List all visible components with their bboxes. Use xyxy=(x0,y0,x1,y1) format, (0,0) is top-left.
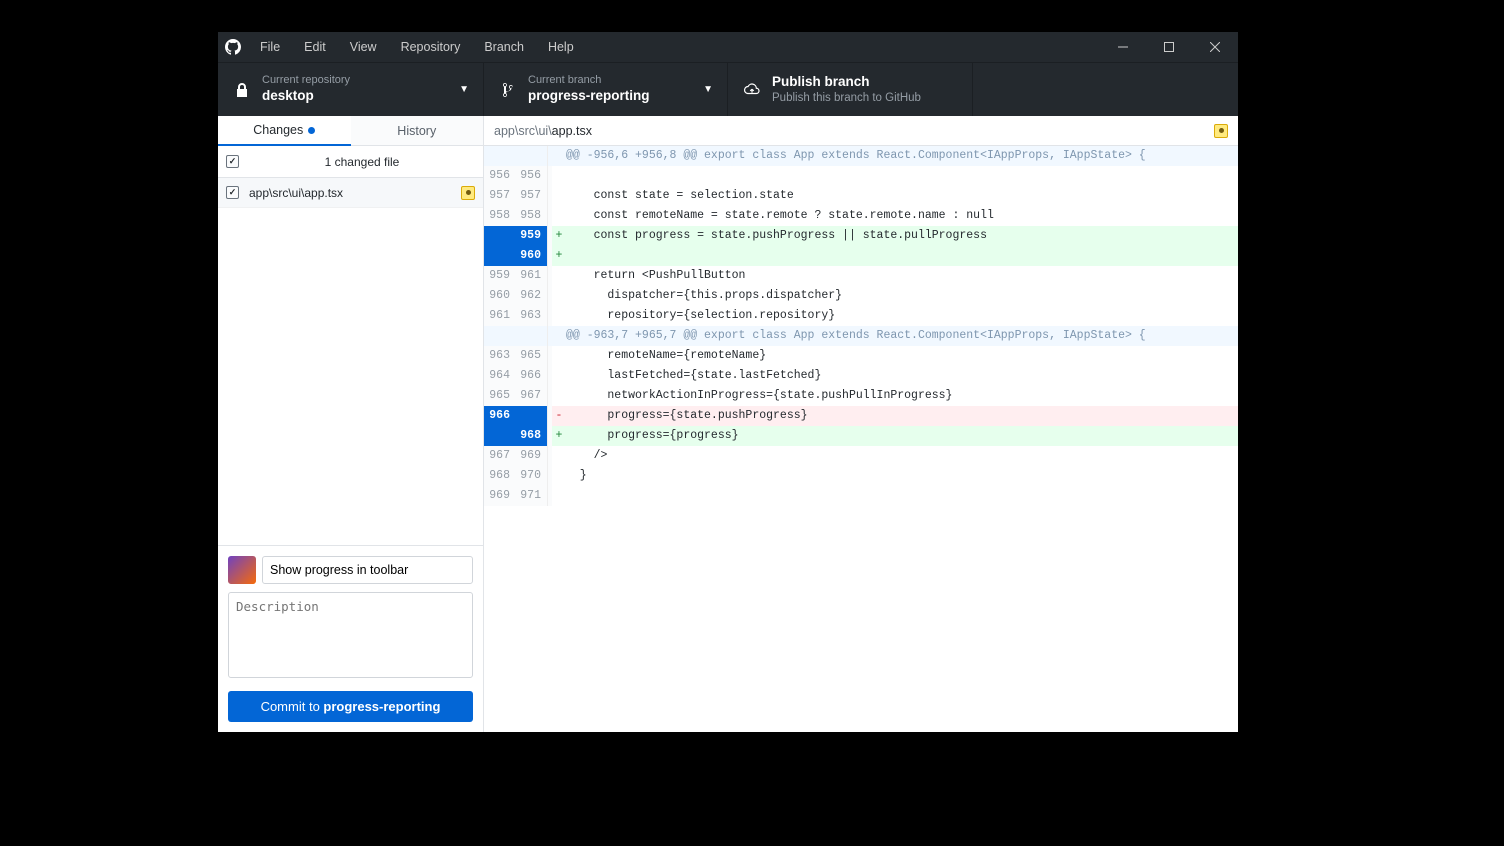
diff-pane: app\src\ui\app.tsx @@ -956,6 +956,8 @@ e… xyxy=(484,116,1238,732)
lock-icon xyxy=(232,82,252,98)
cloud-upload-icon xyxy=(742,83,762,97)
github-logo-icon xyxy=(218,39,248,55)
diff-line[interactable]: 956956 xyxy=(484,166,1238,186)
diff-header: app\src\ui\app.tsx xyxy=(484,116,1238,146)
diff-line[interactable]: 967969 /> xyxy=(484,446,1238,466)
menu-view[interactable]: View xyxy=(338,32,389,62)
diff-file-name: app.tsx xyxy=(552,124,592,138)
diff-line[interactable]: @@ -956,6 +956,8 @@ export class App ext… xyxy=(484,146,1238,166)
repo-label: Current repository xyxy=(262,74,455,87)
app-window: FileEditViewRepositoryBranchHelp Current… xyxy=(218,32,1238,732)
diff-line[interactable]: 964966 lastFetched={state.lastFetched} xyxy=(484,366,1238,386)
modified-badge-icon xyxy=(461,186,475,200)
git-branch-icon xyxy=(498,82,518,98)
diff-line[interactable]: 965967 networkActionInProgress={state.pu… xyxy=(484,386,1238,406)
publish-subtitle: Publish this branch to GitHub xyxy=(772,91,958,106)
commit-summary-input[interactable] xyxy=(262,556,473,584)
menu-branch[interactable]: Branch xyxy=(472,32,536,62)
changes-indicator-icon xyxy=(308,127,315,134)
commit-button[interactable]: Commit to progress-reporting xyxy=(228,691,473,722)
branch-label: Current branch xyxy=(528,74,699,87)
select-all-checkbox[interactable] xyxy=(226,155,239,168)
diff-line[interactable]: 968+ progress={progress} xyxy=(484,426,1238,446)
branch-name: progress-reporting xyxy=(528,87,699,105)
menu-bar: FileEditViewRepositoryBranchHelp xyxy=(248,32,586,62)
publish-branch-button[interactable]: Publish branch Publish this branch to Gi… xyxy=(728,63,972,116)
changed-file-row[interactable]: app\src\ui\app.tsx xyxy=(218,178,483,208)
window-minimize-button[interactable] xyxy=(1100,32,1146,62)
publish-title: Publish branch xyxy=(772,73,958,91)
diff-line[interactable]: 959961 return <PushPullButton xyxy=(484,266,1238,286)
tab-changes-label: Changes xyxy=(253,123,303,137)
menu-file[interactable]: File xyxy=(248,32,292,62)
diff-file-path: app\src\ui\ xyxy=(494,124,552,138)
diff-line[interactable]: 960962 dispatcher={this.props.dispatcher… xyxy=(484,286,1238,306)
changed-files-count: 1 changed file xyxy=(249,155,475,169)
menu-edit[interactable]: Edit xyxy=(292,32,338,62)
menu-help[interactable]: Help xyxy=(536,32,586,62)
file-checkbox[interactable] xyxy=(226,186,239,199)
diff-body[interactable]: @@ -956,6 +956,8 @@ export class App ext… xyxy=(484,146,1238,732)
caret-down-icon: ▼ xyxy=(455,84,469,95)
repo-name: desktop xyxy=(262,87,455,105)
commit-form: Commit to progress-reporting xyxy=(218,545,483,732)
repository-selector[interactable]: Current repository desktop ▼ xyxy=(218,63,484,116)
diff-line[interactable]: 968970 } xyxy=(484,466,1238,486)
branch-selector[interactable]: Current branch progress-reporting ▼ xyxy=(484,63,728,116)
diff-line[interactable]: 960+ xyxy=(484,246,1238,266)
window-close-button[interactable] xyxy=(1192,32,1238,62)
commit-button-branch: progress-reporting xyxy=(323,699,440,714)
avatar xyxy=(228,556,256,584)
tab-history[interactable]: History xyxy=(351,116,484,146)
tab-history-label: History xyxy=(397,124,436,138)
menu-repository[interactable]: Repository xyxy=(389,32,473,62)
titlebar: FileEditViewRepositoryBranchHelp xyxy=(218,32,1238,62)
commit-button-prefix: Commit to xyxy=(261,699,324,714)
diff-line[interactable]: 969971 xyxy=(484,486,1238,506)
diff-line[interactable]: 963965 remoteName={remoteName} xyxy=(484,346,1238,366)
diff-line[interactable]: 959+ const progress = state.pushProgress… xyxy=(484,226,1238,246)
diff-line[interactable]: @@ -963,7 +965,7 @@ export class App ext… xyxy=(484,326,1238,346)
diff-line[interactable]: 961963 repository={selection.repository} xyxy=(484,306,1238,326)
sidebar: Changes History 1 changed file app\src\u… xyxy=(218,116,484,732)
caret-down-icon: ▼ xyxy=(699,84,713,95)
diff-line[interactable]: 966- progress={state.pushProgress} xyxy=(484,406,1238,426)
tab-changes[interactable]: Changes xyxy=(218,116,351,146)
toolbar: Current repository desktop ▼ Current bra… xyxy=(218,62,1238,116)
modified-badge-icon xyxy=(1214,124,1228,138)
diff-line[interactable]: 957957 const state = selection.state xyxy=(484,186,1238,206)
window-maximize-button[interactable] xyxy=(1146,32,1192,62)
commit-description-input[interactable] xyxy=(228,592,473,678)
file-path: app\src\ui\app.tsx xyxy=(249,186,461,200)
changes-header: 1 changed file xyxy=(218,146,483,178)
diff-line[interactable]: 958958 const remoteName = state.remote ?… xyxy=(484,206,1238,226)
